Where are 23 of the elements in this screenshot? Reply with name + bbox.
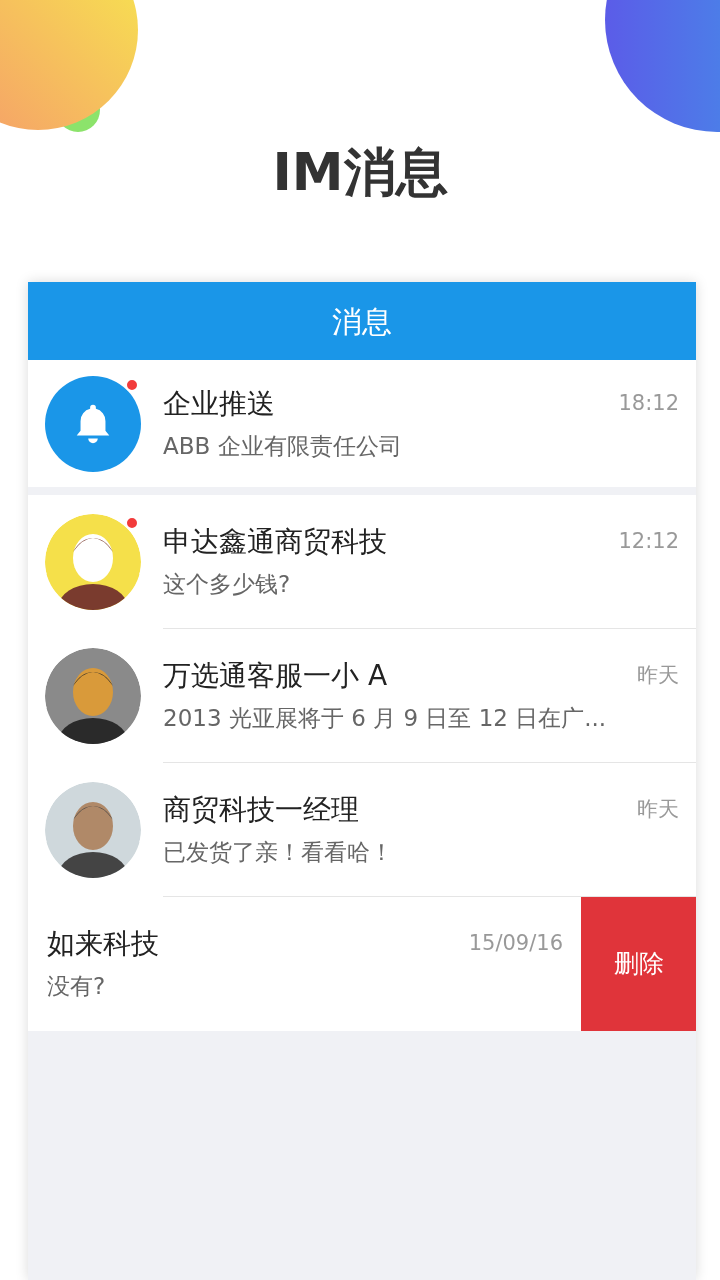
message-preview: ABB 企业有限责任公司 bbox=[163, 431, 403, 461]
conversation-item[interactable]: 商贸科技一经理 昨天 已发货了亲！看看哈！ bbox=[28, 763, 696, 897]
message-time: 12:12 bbox=[618, 527, 679, 555]
contact-name: 商贸科技一经理 bbox=[163, 792, 359, 827]
conversation-item[interactable]: 申达鑫通商贸科技 12:12 这个多少钱? bbox=[28, 495, 696, 629]
conversation-item[interactable]: 万选通客服一小 A 昨天 2013 光亚展将于 6 月 9 日至 12 日在广... bbox=[28, 629, 696, 763]
message-time: 18:12 bbox=[618, 389, 679, 417]
message-preview: 没有? bbox=[47, 972, 107, 1001]
page-title: IM消息 bbox=[272, 141, 448, 204]
contact-name: 企业推送 bbox=[163, 386, 275, 421]
message-preview: 2013 光亚展将于 6 月 9 日至 12 日在广... bbox=[163, 703, 608, 733]
contact-name: 如来科技 bbox=[47, 927, 159, 961]
header-title: 消息 bbox=[332, 302, 392, 341]
message-time: 昨天 bbox=[637, 661, 679, 689]
message-time: 昨天 bbox=[637, 795, 679, 823]
message-preview: 这个多少钱? bbox=[163, 569, 292, 599]
conversation-item[interactable]: 如来科技 15/09/16 没有? bbox=[28, 897, 581, 1031]
contact-name: 万选通客服一小 A bbox=[163, 658, 388, 693]
message-time: 15/09/16 bbox=[468, 930, 563, 958]
contact-name: 申达鑫通商贸科技 bbox=[163, 524, 387, 559]
message-preview: 已发货了亲！看看哈！ bbox=[163, 837, 394, 867]
delete-button[interactable]: 删除 bbox=[581, 897, 696, 1031]
conversation-item[interactable]: 企业推送 18:12 ABB 企业有限责任公司 bbox=[28, 360, 696, 487]
